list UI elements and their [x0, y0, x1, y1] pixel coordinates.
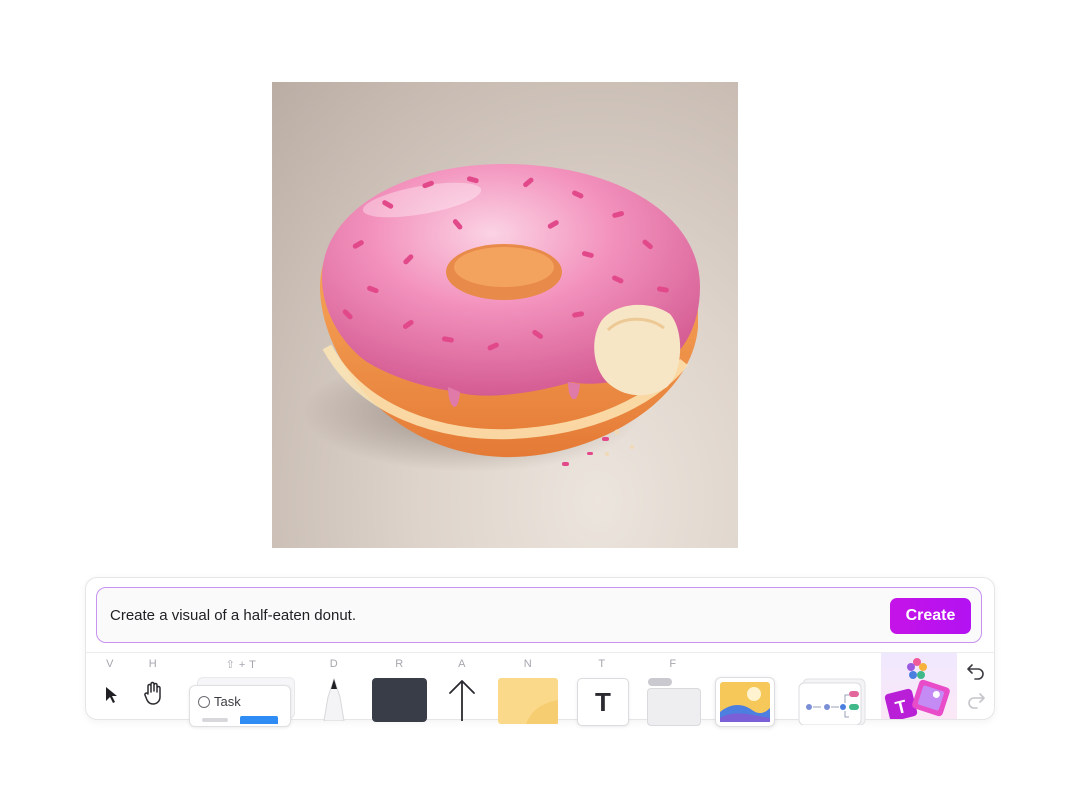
shortcut-key: ⇧ + T [225, 659, 257, 671]
shortcut-key: H [148, 658, 158, 670]
task-line [202, 718, 228, 722]
ai-sparkle-icon: T [884, 658, 950, 722]
check-circle-icon [198, 696, 210, 708]
frame-icon [647, 688, 701, 726]
tool-draw[interactable]: D [311, 653, 357, 721]
cursor-arrow-icon [106, 687, 117, 703]
flowchart-icon [798, 678, 866, 726]
sticky-curl-icon [526, 700, 558, 724]
shortcut-key: N [523, 658, 533, 670]
tool-diagram[interactable] [797, 673, 869, 726]
shortcut-key: R [395, 658, 404, 670]
shortcut-key: D [329, 658, 339, 670]
hand-icon [144, 681, 161, 705]
prompt-bar: Create [96, 587, 982, 643]
task-label: Task [214, 694, 241, 709]
shortcut-key: F [669, 658, 677, 670]
undo-icon[interactable] [966, 662, 986, 680]
pencil-icon [323, 677, 345, 721]
rectangle-shape-icon [372, 678, 427, 722]
prompt-input[interactable] [108, 602, 872, 630]
tool-image[interactable] [715, 677, 775, 727]
task-card: Task [189, 685, 291, 727]
image-icon [720, 682, 770, 722]
tool-ai-create[interactable]: T [881, 653, 957, 722]
arrow-up-icon [449, 680, 475, 721]
generated-donut-image[interactable] [272, 82, 738, 548]
tool-select[interactable]: V [94, 653, 126, 719]
tools-toolbar: V H ⇧ + T Task D R A N T T F T [86, 652, 994, 727]
ai-prompt-panel: Create V H ⇧ + T Task D [85, 577, 995, 727]
shortcut-key: V [106, 658, 114, 670]
tool-hand[interactable]: H [136, 653, 170, 719]
tool-arrow[interactable]: A [442, 653, 482, 721]
text-tool-icon: T [577, 678, 629, 726]
history-controls [962, 653, 992, 719]
task-button-preview [240, 716, 278, 724]
create-button[interactable]: Create [890, 598, 971, 634]
frame-tab-icon [648, 678, 672, 686]
sticky-note-icon [498, 678, 558, 724]
shortcut-key: T [598, 658, 606, 670]
donut-illustration [302, 164, 700, 472]
shortcut-key: A [458, 658, 466, 670]
redo-icon[interactable] [966, 691, 986, 709]
